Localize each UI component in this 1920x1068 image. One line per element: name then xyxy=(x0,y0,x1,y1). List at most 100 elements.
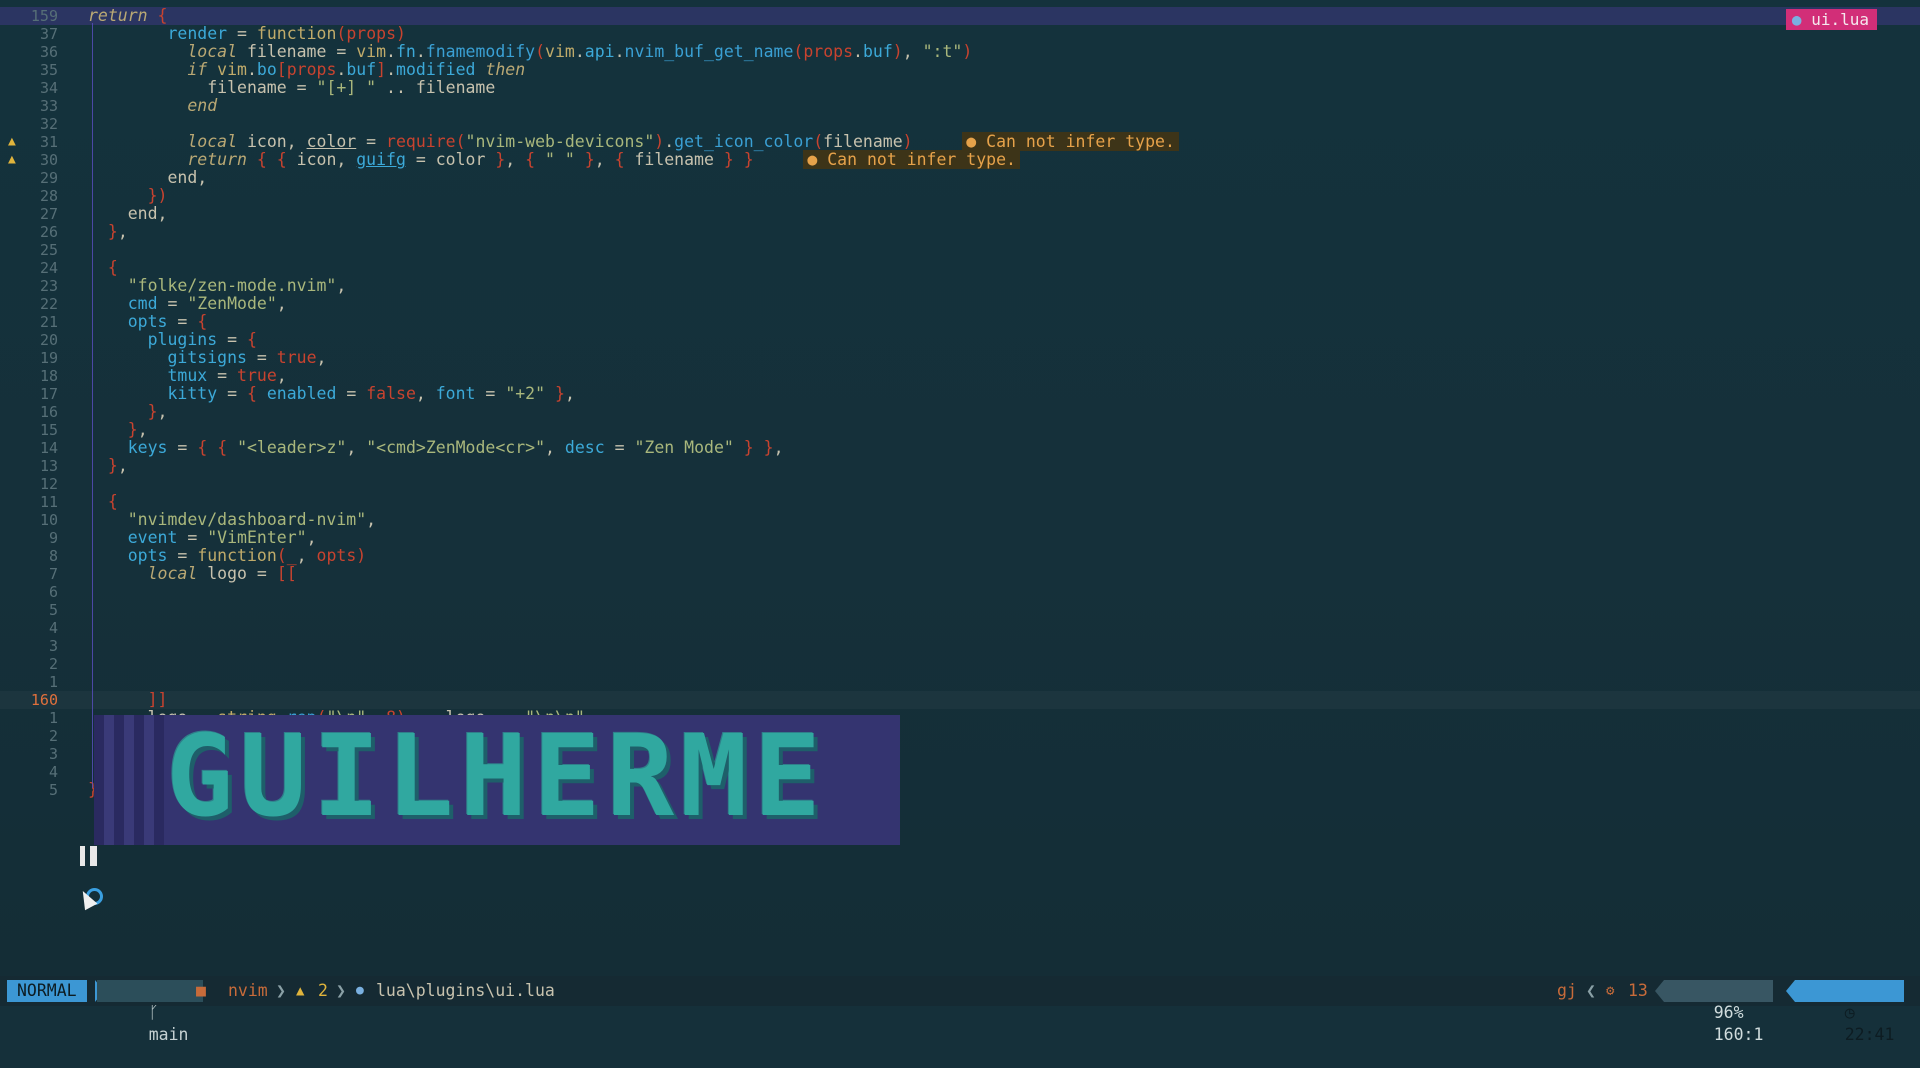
code-line[interactable]: 6 xyxy=(0,583,1920,601)
code-line[interactable]: 28 }) xyxy=(0,187,1920,206)
code-text: local filename = vim.fn.fnamemodify(vim.… xyxy=(88,43,972,61)
code-line[interactable]: 32 xyxy=(0,115,1920,133)
code-text: kitty = { enabled = false, font = "+2" }… xyxy=(88,384,575,403)
code-token: local xyxy=(187,42,238,61)
code-token: "nvim-web-devicons" xyxy=(465,132,655,151)
code-token: , xyxy=(157,402,168,421)
code-text: opts = function(_, opts) xyxy=(88,547,366,565)
code-line[interactable]: 160 ]] xyxy=(0,691,1920,710)
line-number: 4 xyxy=(48,763,58,781)
code-line[interactable]: 20 plugins = { xyxy=(0,330,1920,350)
code-line[interactable]: 18 tmux = true, xyxy=(0,367,1920,386)
code-line[interactable]: 5 xyxy=(0,601,1920,619)
code-token: enabled xyxy=(266,384,337,403)
code-token: ) xyxy=(962,42,973,61)
code-token: . xyxy=(664,132,675,151)
code-token: = xyxy=(246,348,277,367)
code-line[interactable]: 19 gitsigns = true, xyxy=(0,348,1920,368)
code-token: , xyxy=(366,510,377,529)
code-token: bo xyxy=(256,60,277,79)
code-line[interactable]: 1 xyxy=(0,673,1920,691)
code-token: return xyxy=(187,150,247,169)
code-token: , xyxy=(564,384,575,403)
line-number: 159 xyxy=(30,7,58,25)
branch-name: main xyxy=(148,1025,189,1044)
code-line[interactable]: 3 xyxy=(0,637,1920,655)
line-number: 2 xyxy=(48,727,58,745)
code-line[interactable]: 2 xyxy=(0,655,1920,673)
code-line[interactable]: 11 { xyxy=(0,492,1920,512)
line-number: 5 xyxy=(48,781,58,799)
code-token: } xyxy=(723,150,734,169)
line-number: 2 xyxy=(48,655,58,673)
code-token: { xyxy=(197,312,208,331)
code-token: , xyxy=(545,438,565,457)
code-token: "VimEnter" xyxy=(207,528,307,547)
code-line[interactable]: 37 render = function(props) xyxy=(0,24,1920,44)
code-token: { xyxy=(107,492,118,511)
code-token: [ xyxy=(276,60,287,79)
code-token: , xyxy=(197,168,208,187)
code-line[interactable]: 23 "folke/zen-mode.nvim", xyxy=(0,277,1920,296)
code-token: , xyxy=(902,42,923,61)
line-number: 35 xyxy=(39,61,58,79)
code-line[interactable]: 16 }, xyxy=(0,402,1920,422)
code-line[interactable]: 36 local filename = vim.fn.fnamemodify(v… xyxy=(0,43,1920,62)
code-line[interactable]: 7 local logo = [[ xyxy=(0,565,1920,584)
code-text: local icon, color = require("nvim-web-de… xyxy=(88,132,1179,151)
code-line[interactable]: 13 }, xyxy=(0,457,1920,476)
code-line[interactable]: 14 keys = { { "<leader>z", "<cmd>ZenMode… xyxy=(0,438,1920,458)
code-line[interactable]: 35 if vim.bo[props.buf].modified then xyxy=(0,60,1920,80)
line-number: 16 xyxy=(39,403,58,421)
code-line[interactable]: 22 cmd = "ZenMode", xyxy=(0,294,1920,314)
code-token: { xyxy=(614,150,625,169)
code-line[interactable]: ▲ 31 local icon, color = require("nvim-we… xyxy=(0,132,1920,151)
code-token: . xyxy=(574,42,585,61)
code-token: = xyxy=(227,24,257,43)
code-token: = xyxy=(167,438,198,457)
chevron-right-icon: ❯ xyxy=(276,981,286,1000)
code-line[interactable]: 33 end xyxy=(0,97,1920,116)
file-tab[interactable]: ● ui.lua xyxy=(1785,9,1877,30)
code-line[interactable]: 9 event = "VimEnter", xyxy=(0,528,1920,548)
editor-window[interactable]: 159 return {37 render = function(props) 36… xyxy=(0,0,1920,976)
code-line[interactable]: 15 }, xyxy=(0,421,1920,440)
code-line[interactable]: 4 xyxy=(0,619,1920,637)
line-number: 1 xyxy=(48,673,58,691)
code-line[interactable]: 27 end, xyxy=(0,205,1920,224)
code-token: = xyxy=(217,330,247,349)
code-line[interactable]: 17 kitty = { enabled = false, font = "+2… xyxy=(0,384,1920,404)
mode-indicator: NORMAL xyxy=(7,980,87,1002)
code-line[interactable]: 24 { xyxy=(0,258,1920,278)
code-line[interactable]: 21 opts = { xyxy=(0,312,1920,332)
statusline: NORMAL ᚴ main ■ nvim ❯ ▲ 2 ❯ ● lua\plugi… xyxy=(0,976,1920,1044)
code-line[interactable]: 159 return { xyxy=(0,7,1920,25)
indent-highlight xyxy=(94,715,164,845)
code-line[interactable]: 12 xyxy=(0,475,1920,493)
code-text: }, xyxy=(88,223,128,241)
code-line[interactable]: 26 }, xyxy=(0,223,1920,242)
warning-count[interactable]: 2 xyxy=(318,980,328,1002)
code-line[interactable]: 34 filename = "[+] " .. filename xyxy=(0,79,1920,98)
code-token: cmd xyxy=(127,294,158,313)
code-token: = xyxy=(475,384,506,403)
warning-sign-icon: ▲ xyxy=(8,134,16,149)
code-line[interactable]: 29 end, xyxy=(0,168,1920,188)
code-token: ( xyxy=(276,546,287,565)
code-line[interactable]: 8 opts = function(_, opts) xyxy=(0,547,1920,566)
code-token: , xyxy=(415,384,436,403)
line-number: 34 xyxy=(39,79,58,97)
code-line[interactable]: 25 xyxy=(0,241,1920,259)
code-line[interactable]: ▲ 30 return { { icon, guifg = color }, { … xyxy=(0,150,1920,169)
code-token: ( xyxy=(336,24,347,43)
code-line[interactable]: 10 "nvimdev/dashboard-nvim", xyxy=(0,510,1920,530)
nvim-icon: ■ xyxy=(196,981,206,1000)
